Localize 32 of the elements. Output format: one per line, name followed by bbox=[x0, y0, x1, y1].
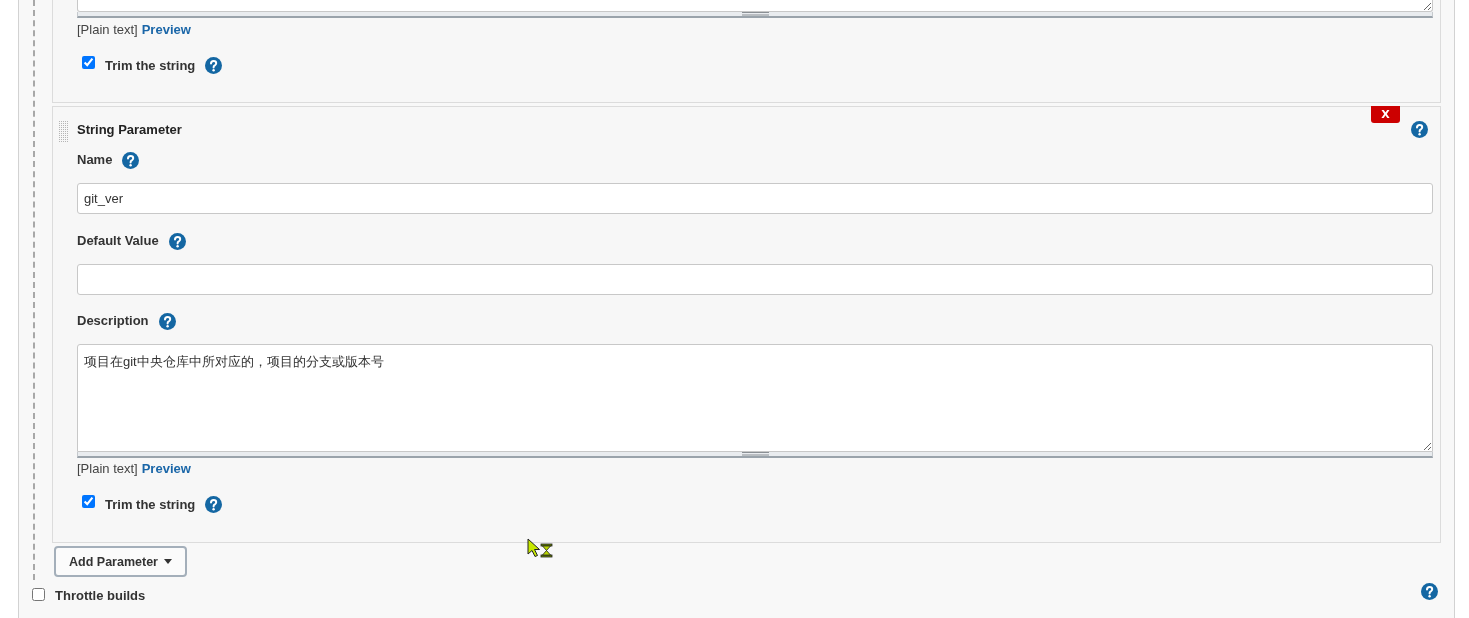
help-icon[interactable] bbox=[158, 312, 176, 330]
caret-icon bbox=[163, 559, 172, 564]
drag-handle-icon[interactable] bbox=[59, 121, 69, 143]
throttle-checkbox[interactable] bbox=[32, 587, 45, 601]
help-icon[interactable] bbox=[205, 496, 223, 513]
textarea-field[interactable] bbox=[77, 0, 1433, 12]
busy-cursor-icon bbox=[527, 538, 553, 558]
field-label: Name bbox=[77, 151, 113, 169]
grip-icon bbox=[741, 452, 769, 456]
help-icon[interactable] bbox=[1421, 582, 1438, 600]
checkbox-label: Trim the string bbox=[105, 57, 196, 75]
grip-icon bbox=[741, 12, 769, 16]
text-input[interactable]: git_ver bbox=[77, 183, 1433, 214]
preview-link[interactable]: Preview bbox=[141, 461, 191, 477]
add-parameter-button[interactable]: Add Parameter bbox=[54, 546, 187, 577]
description-textarea[interactable]: 项目在git中央仓库中所对应的，项目的分支或版本号 bbox=[77, 344, 1433, 452]
help-icon[interactable] bbox=[1411, 121, 1428, 138]
preview-link[interactable]: Preview bbox=[141, 22, 191, 38]
trim-checkbox[interactable] bbox=[82, 495, 95, 508]
delete-button[interactable]: X bbox=[1371, 106, 1400, 123]
format-label: [Plain text] bbox=[77, 22, 138, 38]
format-label: [Plain text] bbox=[77, 461, 138, 477]
field-label: Default Value bbox=[77, 232, 159, 250]
field-label: Description bbox=[77, 312, 149, 330]
text-input[interactable] bbox=[77, 264, 1433, 295]
help-icon[interactable] bbox=[168, 232, 186, 250]
checkbox-label: Trim the string bbox=[105, 496, 196, 514]
trim-checkbox[interactable] bbox=[82, 56, 95, 69]
section-title: String Parameter bbox=[77, 121, 182, 139]
help-icon[interactable] bbox=[122, 151, 140, 169]
help-icon[interactable] bbox=[205, 57, 223, 74]
checkbox-label: Throttle builds bbox=[55, 586, 146, 605]
